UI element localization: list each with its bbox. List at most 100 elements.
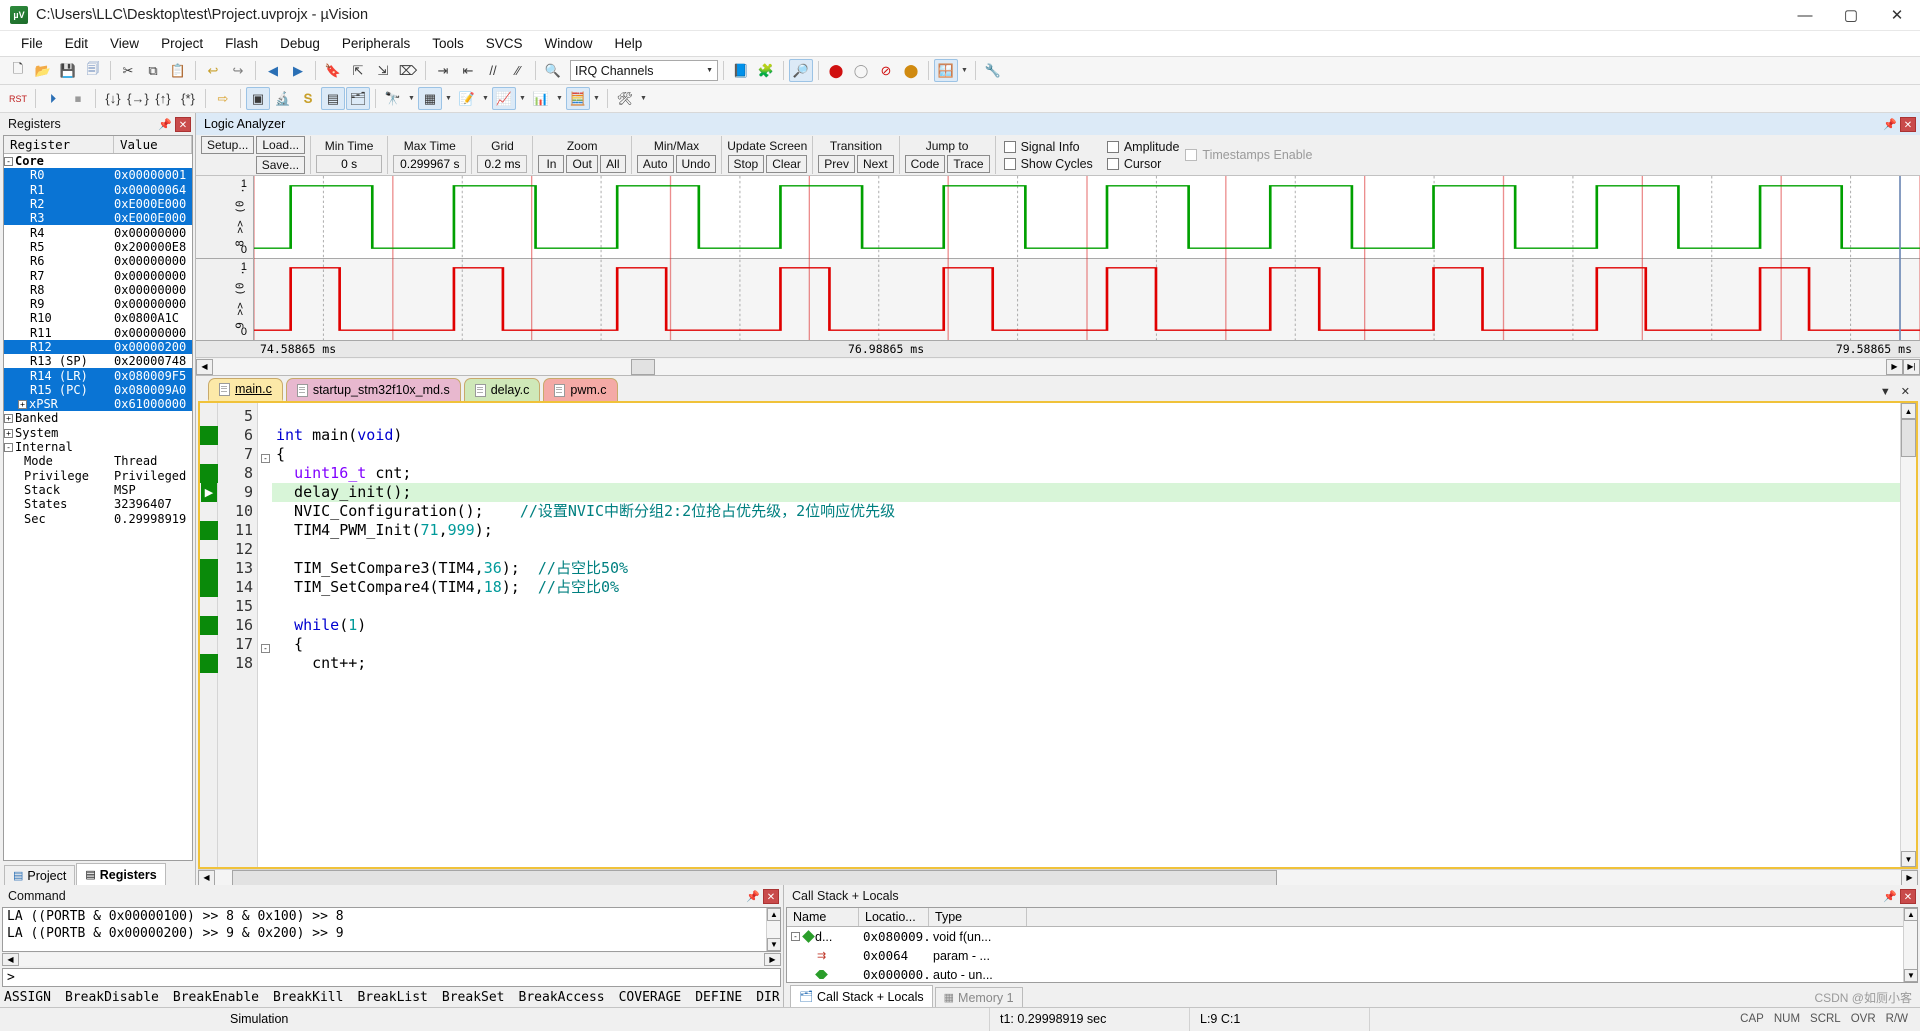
tab-registers[interactable]: ▤ Registers [76, 863, 166, 885]
update-clear-button[interactable]: Clear [766, 155, 807, 173]
zoom-in-button[interactable]: In [538, 155, 565, 173]
register-row[interactable]: R12 0x00000200 [4, 339, 192, 355]
call-stack-vscrollbar[interactable]: ▲ ▼ [1903, 908, 1917, 982]
menu-file[interactable]: File [10, 33, 54, 54]
executable-line-marker[interactable] [200, 426, 218, 445]
executable-line-marker[interactable] [200, 578, 218, 597]
zoom-all-button[interactable]: All [599, 155, 626, 173]
breakpoint-disable-icon[interactable]: ◯ [849, 59, 873, 82]
show-cycles-checkbox-row[interactable]: Show Cycles [1003, 157, 1093, 171]
command-hscrollbar[interactable]: ◀ ▶ [2, 952, 781, 967]
minimize-button[interactable]: — [1782, 0, 1828, 31]
chevron-down-icon[interactable]: ▼ [638, 87, 649, 110]
close-icon[interactable]: ✕ [175, 116, 191, 132]
step-out-icon[interactable]: {↑} [151, 87, 175, 110]
logic-analyzer-waveform[interactable]: 1 0 8 >> (0 . 1 0 9 >> (0 . [196, 176, 1920, 340]
insert-bookmark-icon[interactable]: 📘 [729, 59, 753, 82]
find-in-files-icon[interactable]: 🔍 [541, 59, 565, 82]
show-cycles-checkbox[interactable] [1003, 157, 1016, 170]
collapse-icon[interactable]: - [791, 932, 800, 941]
call-stack-table[interactable]: Name Locatio... Type - d... 0x080009... voi… [786, 907, 1918, 983]
code-line[interactable]: TIM4_PWM_Init(71,999); [272, 521, 1900, 540]
register-row[interactable]: + Banked [4, 411, 192, 425]
editor-vscroll-thumb[interactable] [1901, 419, 1916, 457]
command-output-vscrollbar[interactable]: ▲ ▼ [766, 908, 780, 951]
close-button[interactable]: ✕ [1874, 0, 1920, 31]
pin-icon[interactable]: 📌 [1883, 118, 1897, 131]
breakpoint-insert-icon[interactable]: ⬤ [824, 59, 848, 82]
scroll-down-arrow-icon[interactable]: ▼ [1901, 851, 1916, 867]
bookmark-prev-icon[interactable]: ⇱ [346, 59, 370, 82]
register-row[interactable]: + xPSR 0x61000000 [4, 397, 192, 412]
register-row[interactable]: States 32396407 [4, 497, 192, 511]
setup-button[interactable]: Setup... [201, 136, 255, 154]
grid-value[interactable]: 0.2 ms [477, 155, 528, 173]
scroll-end-icon[interactable]: ▶| [1903, 358, 1920, 375]
trace-windows-icon[interactable]: 📊 [529, 87, 553, 110]
transition-prev-button[interactable]: Prev [818, 155, 855, 173]
watch-windows-icon[interactable]: 🔭 [381, 87, 405, 110]
command-shortcut-button[interactable]: COVERAGE [619, 990, 682, 1005]
register-row[interactable]: R3 0xE000E000 [4, 211, 192, 226]
editor-tab-pwm-c[interactable]: pwm.c [543, 378, 618, 401]
scroll-right-arrow-icon[interactable]: ▶ [1886, 358, 1903, 375]
command-shortcut-button[interactable]: BreakDisable [65, 990, 159, 1005]
pin-icon[interactable]: 📌 [1883, 890, 1897, 903]
fold-collapse-icon[interactable]: - [261, 454, 270, 463]
run-to-cursor-icon[interactable]: {*} [176, 87, 200, 110]
close-icon[interactable]: ✕ [1901, 385, 1910, 398]
pin-icon[interactable]: 📌 [746, 890, 760, 903]
code-line[interactable]: delay_init(); [272, 483, 1900, 502]
system-viewer-icon[interactable]: 🧮 [566, 87, 590, 110]
menu-svcs[interactable]: SVCS [475, 33, 534, 54]
collapse-icon[interactable]: - [4, 443, 13, 453]
register-row[interactable]: R7 0x00000000 [4, 268, 192, 283]
register-row[interactable]: R10 0x0800A1C [4, 311, 192, 325]
navigate-forward-icon[interactable]: ▶ [286, 59, 310, 82]
zoom-out-button[interactable]: Out [566, 155, 598, 173]
symbols-window-icon[interactable]: 𝐒 [296, 87, 320, 110]
amplitude-checkbox-row[interactable]: Amplitude [1106, 140, 1179, 154]
executable-line-marker[interactable] [200, 464, 218, 483]
register-row[interactable]: R13 (SP) 0x20000748 [4, 354, 192, 368]
editor-tab-main-c[interactable]: main.c [208, 378, 283, 401]
analysis-windows-icon[interactable]: 📈 [492, 87, 516, 110]
menu-peripherals[interactable]: Peripherals [331, 33, 421, 54]
logic-analyzer-hscrollbar[interactable]: ◀ ▶ ▶| [196, 357, 1920, 375]
editor-hscroll-track[interactable] [215, 869, 1901, 886]
manage-windows-icon[interactable]: 🪟 [934, 59, 958, 82]
register-row[interactable]: Privilege Privileged [4, 469, 192, 483]
scroll-down-arrow-icon[interactable]: ▼ [767, 938, 780, 951]
code-line[interactable]: int main(void) [272, 426, 1900, 445]
chevron-down-icon[interactable]: ▼ [517, 87, 528, 110]
memory-windows-icon[interactable]: ▦ [418, 87, 442, 110]
scroll-up-arrow-icon[interactable]: ▲ [1904, 908, 1917, 921]
fold-collapse-icon[interactable]: - [261, 644, 270, 653]
stop-icon[interactable]: ⏹ [66, 87, 90, 110]
copy-icon[interactable]: ⧉ [141, 59, 165, 82]
cut-icon[interactable]: ✂ [116, 59, 140, 82]
code-line[interactable]: TIM_SetCompare3(TIM4,36); //占空比50% [272, 559, 1900, 578]
register-row[interactable]: + System [4, 426, 192, 440]
reset-cpu-icon[interactable]: RST [6, 87, 30, 110]
irq-channels-combo[interactable]: IRQ Channels ▼ [570, 60, 718, 81]
scroll-down-arrow-icon[interactable]: ▼ [1904, 969, 1917, 982]
code-line[interactable]: { [272, 635, 1900, 654]
redo-icon[interactable]: ↪ [226, 59, 250, 82]
chevron-down-icon[interactable]: ▼ [706, 67, 713, 74]
navigate-back-icon[interactable]: ◀ [261, 59, 285, 82]
menu-window[interactable]: Window [533, 33, 603, 54]
code-fold-gutter[interactable]: -- [258, 403, 272, 867]
comment-icon[interactable]: // [481, 59, 505, 82]
jump-code-button[interactable]: Code [904, 155, 946, 173]
command-shortcut-button[interactable]: BreakSet [442, 990, 505, 1005]
close-icon[interactable]: ✕ [763, 888, 779, 904]
code-line[interactable]: uint16_t cnt; [272, 464, 1900, 483]
code-area[interactable]: int main(void) { uint16_t cnt; delay_init… [272, 403, 1900, 867]
executable-line-marker[interactable] [200, 616, 218, 635]
outdent-icon[interactable]: ⇤ [456, 59, 480, 82]
register-row[interactable]: R8 0x00000000 [4, 283, 192, 297]
indent-icon[interactable]: ⇥ [431, 59, 455, 82]
command-shortcut-button[interactable]: DIR [756, 990, 779, 1005]
update-stop-button[interactable]: Stop [727, 155, 765, 173]
